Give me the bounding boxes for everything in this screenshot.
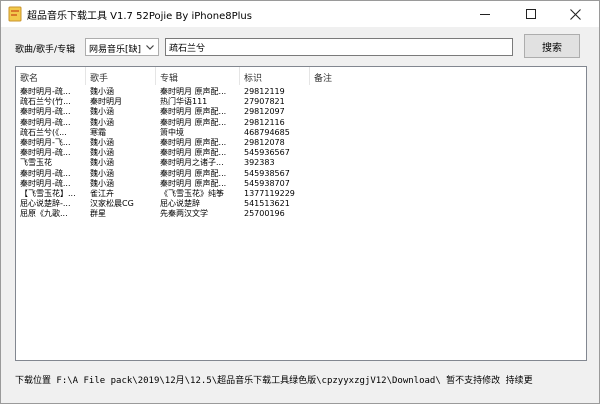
search-label: 歌曲/歌手/专辑 (15, 45, 76, 55)
list-header: 歌名 歌手 专辑 标识 备注 (16, 67, 586, 85)
column-header-notes[interactable]: 备注 (310, 67, 586, 85)
column-header-title[interactable]: 歌名 (16, 67, 86, 85)
column-header-album[interactable]: 专辑 (156, 67, 240, 85)
search-input[interactable] (165, 38, 513, 56)
cell-album: 先秦两汉文学 (160, 209, 208, 219)
cell-artist: 群星 (90, 209, 106, 219)
column-header-id[interactable]: 标识 (240, 67, 310, 85)
maximize-button[interactable] (509, 1, 553, 27)
chevron-down-icon (146, 45, 154, 50)
cell-title: 屈原《九歌... (20, 209, 68, 219)
status-bar-text: 下载位置 F:\A File pack\2019\12月\12.5\超品音乐下载… (15, 376, 533, 386)
app-window: 超品音乐下载工具 V1.7 52Pojie By iPhone8Plus 歌曲/… (0, 0, 600, 404)
cell-id: 25700196 (244, 209, 285, 219)
column-header-artist[interactable]: 歌手 (86, 67, 156, 85)
search-button[interactable]: 搜索 (524, 34, 580, 58)
title-bar[interactable]: 超品音乐下载工具 V1.7 52Pojie By iPhone8Plus (1, 1, 599, 27)
close-button[interactable] (553, 1, 597, 27)
cell-notes (310, 208, 586, 219)
close-icon (569, 8, 581, 20)
maximize-icon (526, 9, 536, 19)
results-list[interactable]: 歌名 歌手 专辑 标识 备注 秦时明月-疏... 魏小涵 秦时明月 原声配... 29… (15, 66, 587, 361)
music-source-value: 网易音乐[缺] (89, 45, 142, 55)
minimize-button[interactable] (463, 1, 507, 27)
app-icon (8, 6, 22, 22)
table-row[interactable]: 屈原《九歌... 群星 先秦两汉文学 25700196 (16, 208, 586, 219)
window-title: 超品音乐下载工具 V1.7 52Pojie By iPhone8Plus (27, 11, 252, 22)
minimize-icon (480, 13, 490, 15)
music-source-select[interactable]: 网易音乐[缺] (85, 38, 159, 56)
